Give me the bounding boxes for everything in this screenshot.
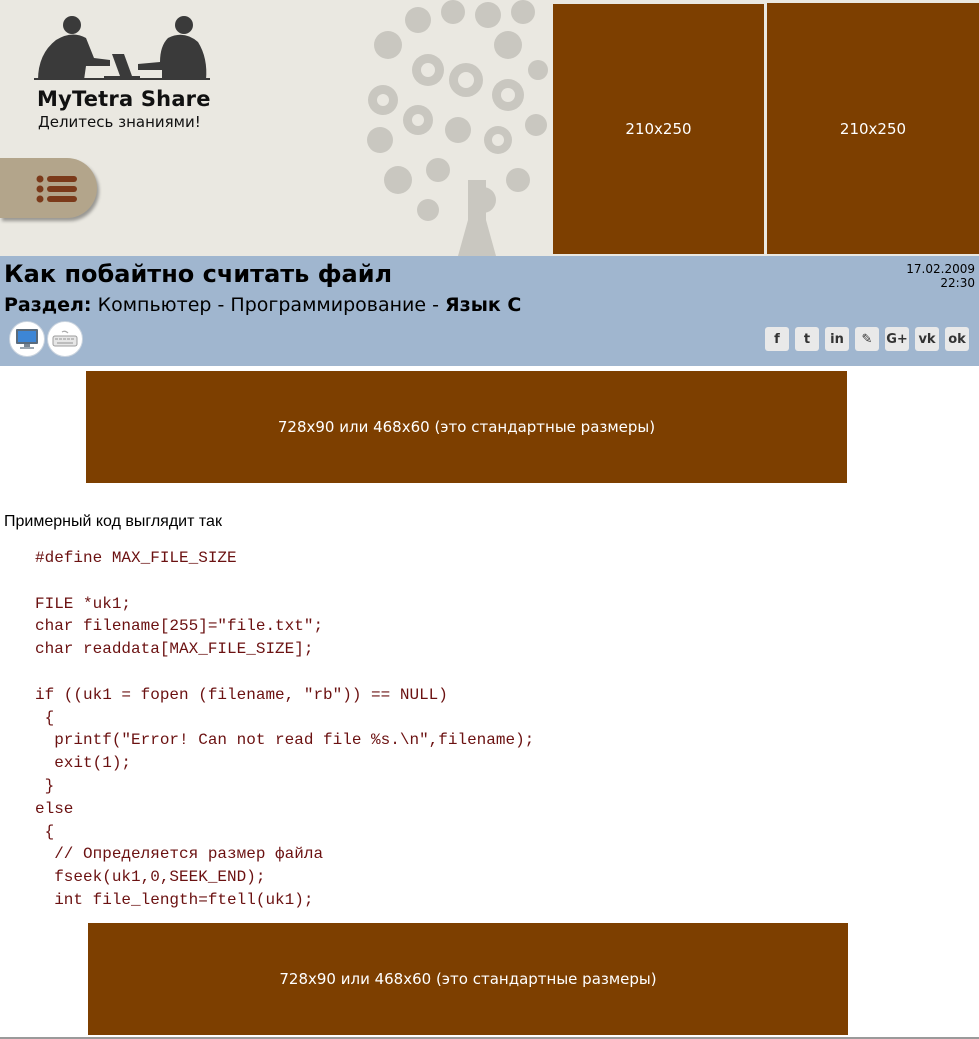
share-bar: f t in ✎ G+ vk ok — [765, 327, 969, 351]
odnoklassniki-icon[interactable]: ok — [945, 327, 969, 351]
code-line: { — [35, 708, 55, 727]
list-icon — [36, 175, 77, 203]
code-line: int file_length=ftell(uk1); — [35, 890, 314, 909]
article-title: Как побайтно считать файл — [4, 260, 393, 288]
code-block: #define MAX_FILE_SIZE FILE *uk1; char fil… — [35, 547, 534, 912]
code-line: else — [35, 799, 74, 818]
keyboard-icon[interactable] — [47, 321, 83, 357]
code-line: { — [35, 822, 55, 841]
code-line: printf("Error! Can not read file %s.\n",… — [35, 731, 535, 750]
breadcrumb-separator: - — [211, 294, 231, 316]
code-line: char readdata[MAX_FILE_SIZE]; — [35, 640, 314, 659]
site-subtitle: Делитесь знаниями! — [38, 113, 201, 131]
post-datetime: 17.02.2009 22:30 — [906, 262, 975, 290]
code-line: fseek(uk1,0,SEEK_END); — [35, 868, 266, 887]
google-plus-icon[interactable]: G+ — [885, 327, 909, 351]
article-header: Как побайтно считать файл 17.02.2009 22:… — [0, 256, 979, 366]
ad-banner-content-2[interactable]: 728x90 или 468x60 (это стандартные разме… — [88, 923, 848, 1035]
code-line: if ((uk1 = fopen (filename, "rb")) == NU… — [35, 685, 448, 704]
twitter-icon[interactable]: t — [795, 327, 819, 351]
post-time: 22:30 — [940, 276, 975, 290]
ad-banner-top-2[interactable]: 210x250 — [767, 3, 979, 254]
code-line: char filename[255]="file.txt"; — [35, 617, 324, 636]
code-line: } — [35, 776, 55, 795]
breadcrumb-item-c-language[interactable]: Язык С — [445, 294, 521, 316]
code-line: // Определяется размер файла — [35, 845, 324, 864]
breadcrumb-separator: - — [426, 294, 446, 316]
logo-people-icon — [34, 16, 210, 80]
section-label: Раздел: — [4, 294, 92, 316]
code-line: FILE *uk1; — [35, 594, 132, 613]
site-title[interactable]: MyTetra Share — [37, 87, 211, 111]
code-line: exit(1); — [35, 754, 132, 773]
ad-banner-top-1[interactable]: 210x250 — [553, 4, 764, 254]
computer-icon[interactable] — [9, 321, 45, 357]
vkontakte-icon[interactable]: vk — [915, 327, 939, 351]
site-header: MyTetra Share Делитесь знаниями! 210x250… — [0, 0, 979, 256]
article-intro: Примерный код выглядит так — [4, 513, 222, 530]
breadcrumb-item-computer[interactable]: Компьютер — [98, 294, 212, 316]
breadcrumb: Раздел: Компьютер - Программирование - Я… — [4, 294, 521, 316]
breadcrumb-item-programming[interactable]: Программирование — [230, 294, 426, 316]
ad-banner-content-1[interactable]: 728x90 или 468x60 (это стандартные разме… — [86, 371, 847, 483]
menu-button[interactable] — [0, 158, 97, 218]
code-line: #define MAX_FILE_SIZE — [35, 549, 237, 567]
facebook-icon[interactable]: f — [765, 327, 789, 351]
social-tree-illustration — [367, 0, 548, 256]
livejournal-icon[interactable]: ✎ — [855, 327, 879, 351]
post-date: 17.02.2009 — [906, 262, 975, 276]
linkedin-icon[interactable]: in — [825, 327, 849, 351]
